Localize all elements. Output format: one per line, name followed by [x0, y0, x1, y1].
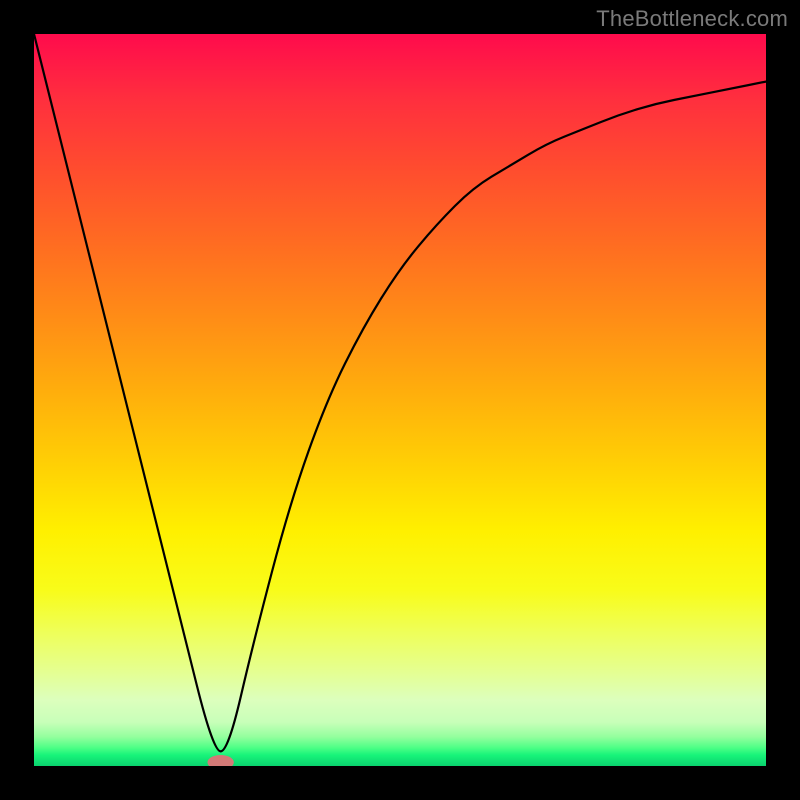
watermark-text: TheBottleneck.com	[596, 6, 788, 32]
bottleneck-curve	[34, 34, 766, 751]
curve-min-marker	[207, 755, 233, 766]
chart-frame: TheBottleneck.com	[0, 0, 800, 800]
plot-area	[34, 34, 766, 766]
chart-svg	[34, 34, 766, 766]
